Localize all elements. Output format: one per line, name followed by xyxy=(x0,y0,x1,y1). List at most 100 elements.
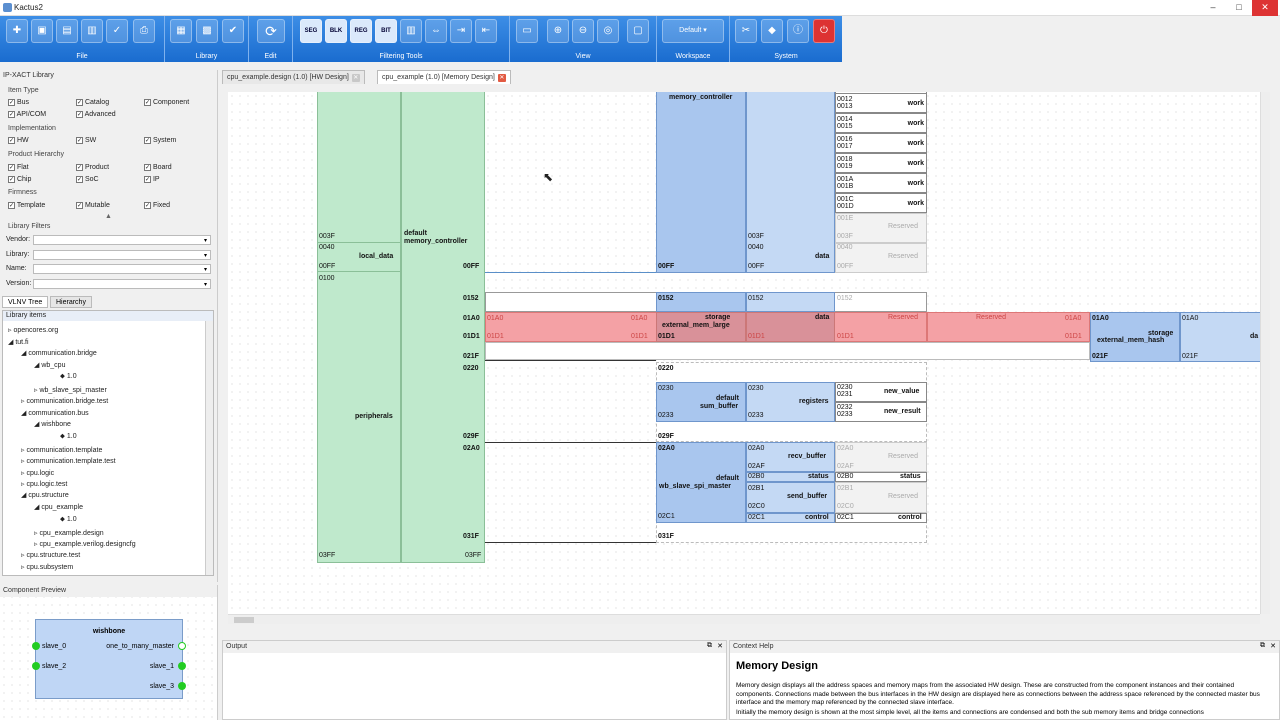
checkbox-ip[interactable]: ✓ IP xyxy=(144,176,160,183)
float-icon[interactable]: ⧉ xyxy=(707,642,712,650)
name-combo[interactable]: ▾ xyxy=(33,264,211,274)
tree-item[interactable]: ◢ communication.bridge xyxy=(21,349,97,357)
filter-reg-button[interactable]: REG xyxy=(350,19,372,43)
work-register[interactable]: 0016 0017 work xyxy=(835,133,927,153)
checkbox-board[interactable]: ✓ Board xyxy=(144,164,172,171)
help-book-icon[interactable]: ◆ xyxy=(761,19,783,43)
filter-expand-icon[interactable]: ▥ xyxy=(400,19,422,43)
zoom-in-icon[interactable]: ⊕ xyxy=(547,19,569,43)
save-all-icon[interactable]: ▥ xyxy=(81,19,103,43)
tab-hw-design[interactable]: cpu_example.design (1.0) [HW Design] ✕ xyxy=(222,70,365,84)
zoom-out-icon[interactable]: ⊖ xyxy=(572,19,594,43)
checkbox-template[interactable]: ✓ Template xyxy=(8,202,45,209)
float-icon[interactable]: ⧉ xyxy=(1260,642,1265,650)
save-icon[interactable]: ▣ xyxy=(31,19,53,43)
checkbox-chip[interactable]: ✓ Chip xyxy=(8,176,31,183)
tree-item[interactable]: ▹ cpu.structure.test xyxy=(21,551,80,559)
tree-item[interactable]: ⬥ 1.0 xyxy=(60,433,77,441)
checkbox-component[interactable]: ✓ Component xyxy=(144,99,189,106)
tree-item[interactable]: ▹ cpu.logic xyxy=(21,469,54,477)
checkbox-catalog[interactable]: ✓ Catalog xyxy=(76,99,109,106)
tree-item[interactable]: ▹ opencores.org xyxy=(8,326,58,334)
window-icon[interactable]: ▭ xyxy=(516,19,538,43)
checkbox-system[interactable]: ✓ System xyxy=(144,137,176,144)
library-refresh-icon[interactable]: ▦ xyxy=(170,19,192,43)
checkbox-fixed[interactable]: ✓ Fixed xyxy=(144,202,170,209)
tree-item[interactable]: ▹ communication.template.test xyxy=(21,457,116,465)
tab-vlnv-tree[interactable]: VLNV Tree xyxy=(2,296,49,308)
maximize-button[interactable]: □ xyxy=(1226,0,1252,16)
tree-item[interactable]: ▹ cpu.subsystem xyxy=(21,563,73,571)
tree-item[interactable]: ◢ wishbone xyxy=(34,420,71,428)
memory-row[interactable] xyxy=(485,342,1090,360)
print-icon[interactable]: ⎙ xyxy=(133,19,155,43)
library-open-icon[interactable]: ▩ xyxy=(196,19,218,43)
collapse-arrow-icon[interactable]: ▲ xyxy=(105,213,112,220)
checkbox-bus[interactable]: ✓ Bus xyxy=(8,99,29,106)
work-register[interactable]: 0012 0013 work xyxy=(835,93,927,113)
memory-design-canvas[interactable]: 003F 0040 local_data 00FF 0100 periphera… xyxy=(228,92,1260,614)
new-icon[interactable]: ✚ xyxy=(6,19,28,43)
tree-item[interactable]: ▹ cpu_example.design xyxy=(34,529,104,537)
close-icon[interactable]: ✕ xyxy=(717,642,723,650)
settings-icon[interactable]: ✂ xyxy=(735,19,757,43)
tree-item[interactable]: ▹ cpu_example.verilog.designcfg xyxy=(34,540,136,548)
tree-item[interactable]: ◢ tut.fi xyxy=(8,338,29,346)
tab-memory-design[interactable]: cpu_example (1.0) [Memory Design] ✕ xyxy=(377,70,511,84)
tree-item[interactable]: ◢ cpu_example xyxy=(34,503,83,511)
address-space-block[interactable] xyxy=(317,92,401,563)
tree-item[interactable]: ◢ cpu.structure xyxy=(21,491,69,499)
tree-item[interactable]: ▹ cpu.logic.test xyxy=(21,480,67,488)
checkbox-mutable[interactable]: ✓ Mutable xyxy=(76,202,110,209)
workspace-dropdown[interactable]: Default ▾ xyxy=(662,19,724,43)
minimize-button[interactable]: – xyxy=(1200,0,1226,16)
canvas-horizontal-scrollbar[interactable] xyxy=(228,614,1260,624)
tree-item[interactable]: ◢ communication.bus xyxy=(21,409,89,417)
checkbox-soc[interactable]: ✓ SoC xyxy=(76,176,99,183)
checkbox-apicom[interactable]: ✓ API/COM xyxy=(8,111,46,118)
memory-map-block[interactable] xyxy=(656,92,746,273)
filter-bit-button[interactable]: BIT xyxy=(375,19,397,43)
tab-hierarchy[interactable]: Hierarchy xyxy=(50,296,92,308)
work-register[interactable]: 001A 001B work xyxy=(835,173,927,193)
library-combo[interactable]: ▾ xyxy=(33,250,211,260)
checkbox-advanced[interactable]: ✓ Advanced xyxy=(76,111,116,118)
checkbox-flat[interactable]: ✓ Flat xyxy=(8,164,29,171)
vendor-combo[interactable]: ▾ xyxy=(33,235,211,245)
filter-blk-button[interactable]: BLK xyxy=(325,19,347,43)
close-icon[interactable]: ✕ xyxy=(1270,642,1276,650)
tree-item[interactable]: ⬥ 1.0 xyxy=(60,516,77,524)
tree-item[interactable]: ▹ communication.template xyxy=(21,446,102,454)
checkbox-sw[interactable]: ✓ SW xyxy=(76,137,96,144)
work-register[interactable]: 0018 0019 work xyxy=(835,153,927,173)
close-tab-icon[interactable]: ✕ xyxy=(351,74,360,82)
scrollbar-thumb[interactable] xyxy=(234,617,254,623)
version-combo[interactable]: ▾ xyxy=(33,279,211,289)
filter-collapse-icon[interactable]: ⇔ xyxy=(425,19,447,43)
close-tab-icon[interactable]: ✕ xyxy=(497,74,506,82)
library-check-icon[interactable]: ✔ xyxy=(222,19,244,43)
filter-compress-icon[interactable]: ⇥ xyxy=(450,19,472,43)
tree-item[interactable]: ⬥ 1.0 xyxy=(60,373,77,381)
about-icon[interactable]: ⓘ xyxy=(787,19,809,43)
checkbox-hw[interactable]: ✓ HW xyxy=(8,137,29,144)
tree-item[interactable]: ◢ wb_cpu xyxy=(34,361,65,369)
close-button[interactable]: ✕ xyxy=(1252,0,1278,16)
component-box[interactable]: wishbone slave_0 slave_2 one_to_many_mas… xyxy=(32,619,186,699)
filter-seg-button[interactable]: SEG xyxy=(300,19,322,43)
work-register[interactable]: 0014 0015 work xyxy=(835,113,927,133)
fit-view-icon[interactable]: ▢ xyxy=(627,19,649,43)
save-hierarchy-icon[interactable]: ▤ xyxy=(56,19,78,43)
filter-align-icon[interactable]: ⇤ xyxy=(475,19,497,43)
canvas-vertical-scrollbar[interactable] xyxy=(1260,92,1270,614)
tree-scrollbar[interactable] xyxy=(205,321,213,575)
refresh-icon[interactable]: ⟳ xyxy=(257,19,285,43)
tree-item[interactable]: ▹ wb_slave_spi_master xyxy=(34,386,107,394)
work-register[interactable]: 001C 001D work xyxy=(835,193,927,213)
address-space-block[interactable] xyxy=(401,92,485,563)
checkbox-product[interactable]: ✓ Product xyxy=(76,164,109,171)
exit-icon[interactable]: ⏻ xyxy=(813,19,835,43)
tree-item[interactable]: ▹ communication.bridge.test xyxy=(21,397,108,405)
zoom-original-icon[interactable]: ◎ xyxy=(597,19,619,43)
validate-icon[interactable]: ✓ xyxy=(106,19,128,43)
